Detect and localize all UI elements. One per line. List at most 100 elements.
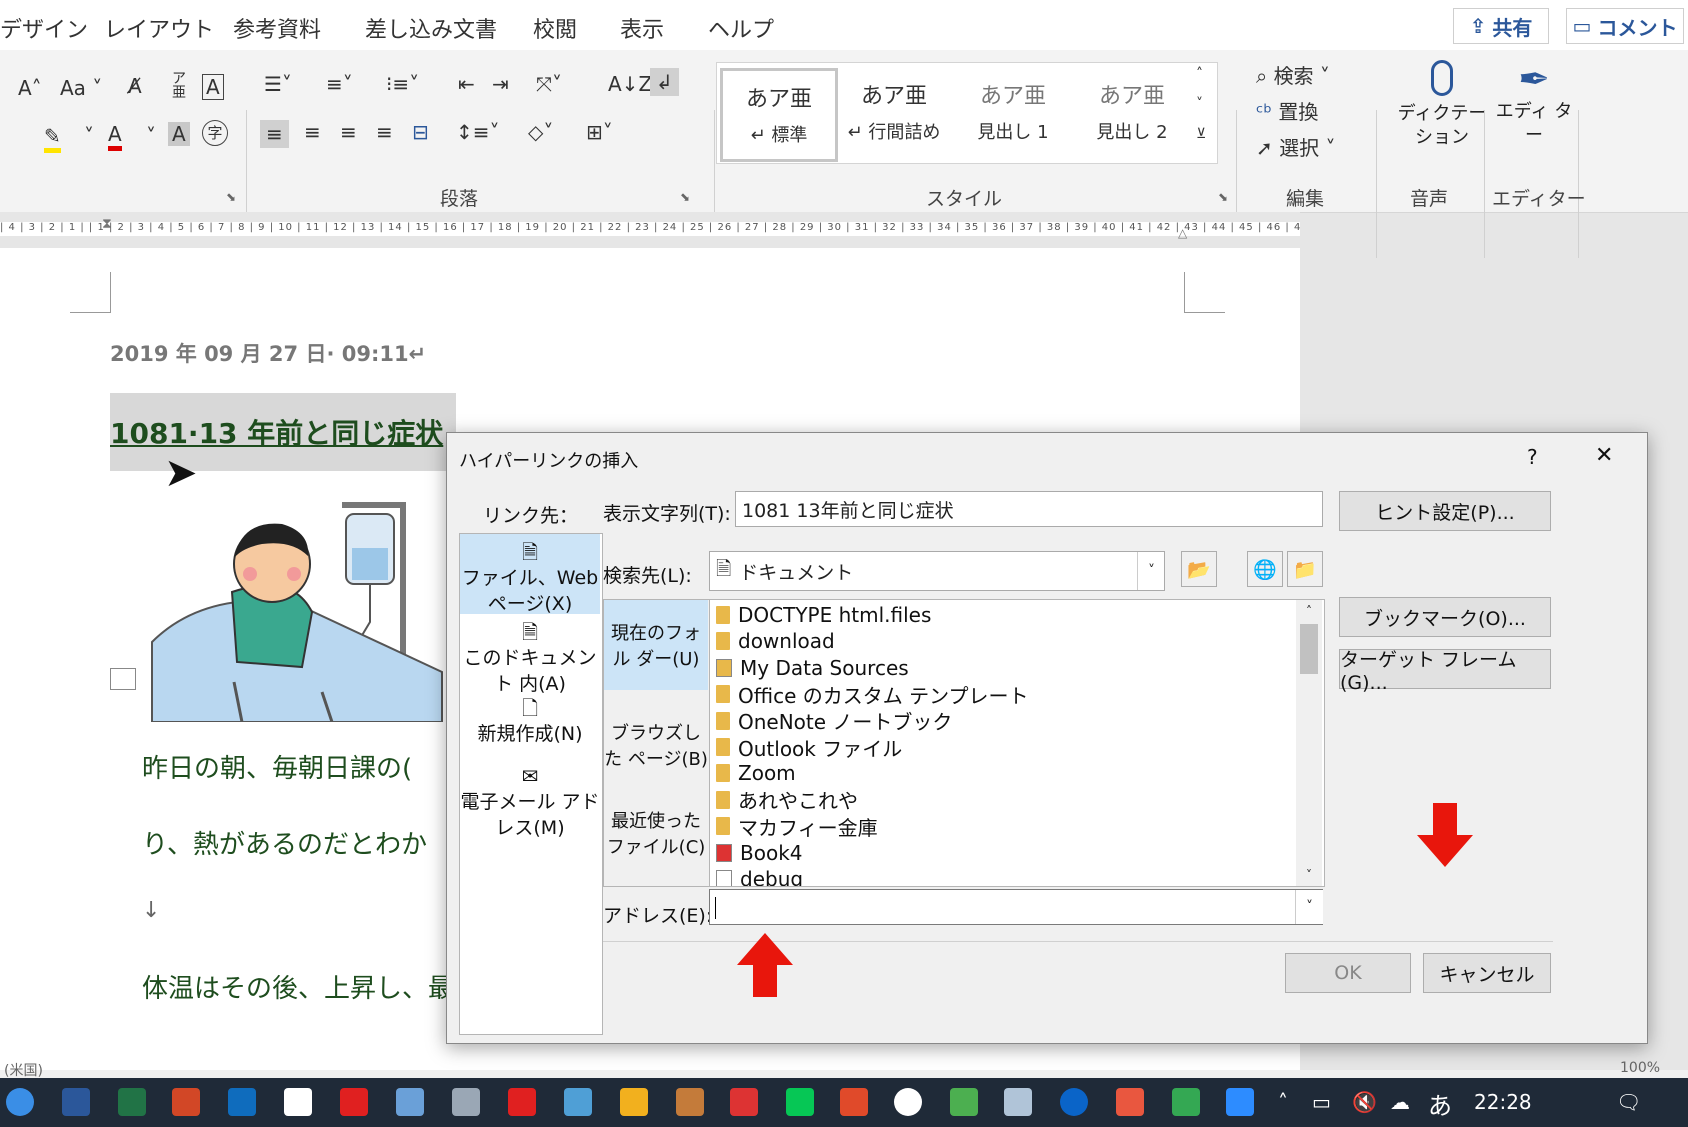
look-in-dropdown[interactable]: 🗎 ドキュメント <box>709 551 1165 591</box>
scroll-thumb[interactable] <box>1300 624 1318 674</box>
file-list-item[interactable]: download <box>716 628 835 654</box>
editor-button[interactable]: ✒ エディ ター <box>1494 58 1574 148</box>
bullets-icon[interactable]: ☰˅ <box>264 72 292 96</box>
style-dialog-launcher-icon[interactable]: ⬊ <box>1218 190 1228 204</box>
justify-icon[interactable]: ≡ <box>376 120 393 144</box>
numbering-icon[interactable]: ≡˅ <box>326 72 353 96</box>
multilevel-list-icon[interactable]: ⁝≡˅ <box>386 72 419 96</box>
app-icon[interactable] <box>730 1088 758 1116</box>
google-icon[interactable] <box>894 1088 922 1116</box>
link-to-email[interactable]: ✉ 電子メール アド レス(M) <box>459 763 601 841</box>
address-input[interactable] <box>709 889 1323 925</box>
tab-references[interactable]: 参考資料 <box>233 12 321 44</box>
game-icon[interactable] <box>840 1088 868 1116</box>
tab-review[interactable]: 校閲 <box>533 12 577 44</box>
subnav-recent-files[interactable]: 最近使った ファイル(C) <box>603 809 709 861</box>
enclose-char-icon[interactable]: 字 <box>202 120 228 146</box>
browse-file-icon[interactable]: 📁 <box>1287 551 1323 587</box>
status-language[interactable]: (米国) <box>4 1060 43 1080</box>
dictation-button[interactable]: ディクテー ション <box>1392 60 1492 150</box>
powerpoint-icon[interactable] <box>172 1088 200 1116</box>
bookmark-button[interactable]: ブックマーク(O)... <box>1339 597 1551 637</box>
computer-icon[interactable] <box>452 1088 480 1116</box>
user-icon[interactable] <box>6 1088 34 1116</box>
file-list-item[interactable]: Zoom <box>716 760 796 786</box>
file-list-item[interactable]: OneNote ノートブック <box>716 708 952 734</box>
font-dialog-launcher-icon[interactable]: ⬊ <box>226 190 236 204</box>
youtube-icon[interactable] <box>508 1088 536 1116</box>
indent-marker-icon[interactable]: ⧗ <box>102 216 112 232</box>
increase-indent-icon[interactable]: ⇥ <box>492 72 509 96</box>
file-list-item[interactable]: Outlook ファイル <box>716 734 902 761</box>
line-spacing-icon[interactable]: ↕≡˅ <box>456 120 500 144</box>
screentip-button[interactable]: ヒント設定(P)... <box>1339 491 1551 531</box>
sort-icon[interactable]: A↓Z <box>608 72 652 96</box>
tab-layout[interactable]: レイアウト <box>104 12 214 44</box>
word-icon[interactable] <box>62 1088 90 1116</box>
align-left-icon[interactable]: ≡ <box>260 120 289 148</box>
outlook-icon[interactable] <box>228 1088 256 1116</box>
highlight-dropdown-icon[interactable]: ˅ <box>84 124 94 148</box>
link-to-new-document[interactable]: 🗋 新規作成(N) <box>459 695 601 747</box>
address-dropdown-icon[interactable]: ˅ <box>1295 890 1323 924</box>
phonetic-guide-icon[interactable]: ア亜 <box>172 72 186 100</box>
file-list-scrollbar[interactable]: ˄ ˅ <box>1296 600 1322 886</box>
link-to-this-document[interactable]: 🗎 このドキュメント 内(A) <box>459 619 601 697</box>
play-store-icon[interactable] <box>1172 1088 1200 1116</box>
close-button[interactable]: ✕ <box>1595 443 1613 468</box>
right-indent-marker-icon[interactable]: △ <box>1178 226 1187 240</box>
paragraph-dialog-launcher-icon[interactable]: ⬊ <box>680 190 690 204</box>
palette-icon[interactable] <box>676 1088 704 1116</box>
file-list-item[interactable]: あれやこれや <box>716 787 858 813</box>
line-icon[interactable] <box>786 1088 814 1116</box>
share-button[interactable]: ⇪ 共有 <box>1453 8 1549 44</box>
file-list-item[interactable]: debug <box>716 866 803 886</box>
file-list-item[interactable]: マカフィー金庫 <box>716 813 878 840</box>
excel-icon[interactable] <box>118 1088 146 1116</box>
target-frame-button[interactable]: ターゲット フレーム(G)... <box>1339 649 1551 694</box>
show-marks-icon[interactable]: ↲ <box>650 68 679 96</box>
file-list-item[interactable]: My Data Sources <box>716 655 909 681</box>
font-color-icon[interactable]: A <box>108 122 122 151</box>
cancel-button[interactable]: キャンセル <box>1423 953 1551 993</box>
subnav-current-folder[interactable]: 現在のフォル ダー(U) <box>603 621 709 673</box>
scroll-down-icon[interactable]: ˅ <box>1296 868 1322 882</box>
align-center-icon[interactable]: ≡ <box>304 120 321 144</box>
char-border-icon[interactable]: A <box>202 74 224 100</box>
file-list[interactable]: DOCTYPE html.files download My Data Source… <box>709 599 1325 887</box>
browse-web-icon[interactable]: 🌐 <box>1247 551 1283 587</box>
replace-button[interactable]: ᶜᵇ 置換 <box>1256 96 1318 125</box>
speaker-mute-icon[interactable]: 🔇 <box>1352 1090 1377 1114</box>
zoom-icon[interactable] <box>1226 1088 1254 1116</box>
shading-icon[interactable]: ◇˅ <box>528 120 553 144</box>
explorer-icon[interactable] <box>396 1088 424 1116</box>
tab-view[interactable]: 表示 <box>620 12 664 44</box>
tab-design[interactable]: デザイン <box>0 12 88 44</box>
battery-icon[interactable]: ▭ <box>1312 1090 1331 1114</box>
style-scroll-up-icon[interactable]: ˄ <box>1196 66 1203 82</box>
paint-icon[interactable] <box>620 1088 648 1116</box>
subnav-browsed-pages[interactable]: ブラウズした ページ(B) <box>603 721 709 773</box>
distributed-icon[interactable]: ⊟ <box>412 120 429 144</box>
align-right-icon[interactable]: ≡ <box>340 120 357 144</box>
clear-format-icon[interactable]: A̸ <box>128 74 142 98</box>
style-heading-1[interactable]: あア亜 見出し 1 <box>957 72 1069 158</box>
cloud-icon[interactable]: ☁ <box>1390 1090 1410 1114</box>
file-list-item[interactable]: Book4 <box>716 840 803 866</box>
file-list-item[interactable]: DOCTYPE html.files <box>716 602 931 628</box>
status-zoom[interactable]: 100% <box>1620 1060 1660 1076</box>
text-direction-icon[interactable]: ⤧˅ <box>536 72 562 96</box>
amazon-icon[interactable] <box>284 1088 312 1116</box>
photos-icon[interactable] <box>564 1088 592 1116</box>
grow-font-icon[interactable]: A˄ <box>18 76 42 100</box>
onedrive-icon[interactable] <box>1060 1088 1088 1116</box>
select-button[interactable]: ➚ 選択 ˅ <box>1256 132 1335 161</box>
font-color-dropdown-icon[interactable]: ˅ <box>146 124 156 148</box>
style-heading-2[interactable]: あア亜 見出し 2 <box>1076 72 1188 158</box>
tab-help[interactable]: ヘルプ <box>708 12 774 44</box>
drive-icon[interactable] <box>1004 1088 1032 1116</box>
style-scroll-down-icon[interactable]: ˅ <box>1196 96 1203 112</box>
help-button[interactable]: ? <box>1527 445 1538 469</box>
change-case-button[interactable]: Aa ˅ <box>60 76 102 100</box>
link-to-file-web[interactable]: 🗎 ファイル、Web ページ(X) <box>459 539 601 617</box>
